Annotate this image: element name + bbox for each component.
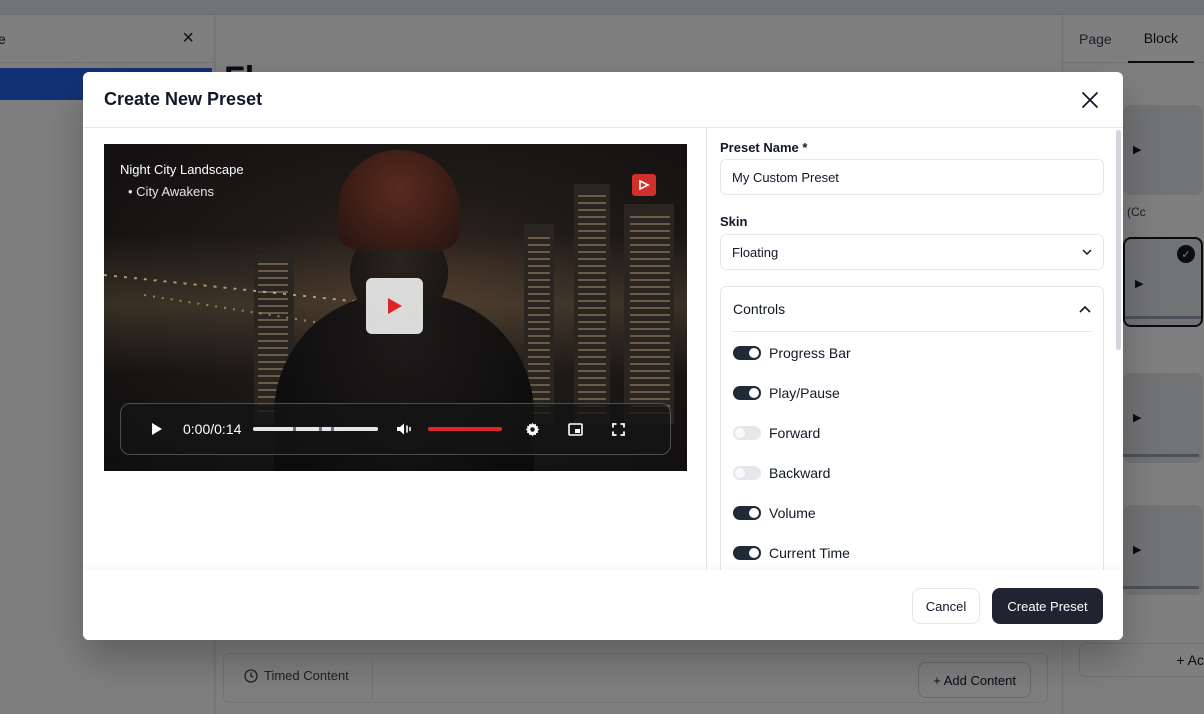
cancel-button[interactable]: Cancel	[912, 588, 980, 624]
toggle-switch[interactable]	[733, 466, 761, 480]
toggle-play-pause[interactable]: Play/Pause	[733, 385, 840, 401]
progress-buffered	[253, 427, 379, 431]
video-title: Night City Landscape	[120, 162, 244, 177]
volume-icon	[397, 423, 412, 435]
preset-name-label: Preset Name *	[720, 140, 808, 155]
toggle-backward[interactable]: Backward	[733, 465, 830, 481]
play-button[interactable]	[151, 421, 165, 437]
toggle-current-time[interactable]: Current Time	[733, 545, 850, 561]
video-subtitle: • City Awakens	[128, 184, 214, 199]
dialog-body: Night City Landscape • City Awakens 0:00…	[83, 128, 1123, 570]
toggle-label: Current Time	[769, 545, 850, 561]
play-icon	[152, 423, 162, 435]
form-scrollbar[interactable]	[1116, 130, 1121, 350]
picture-in-picture-icon	[568, 422, 583, 436]
gear-icon	[525, 422, 540, 436]
current-time: 0:00/0:14	[183, 421, 242, 437]
chevron-down-icon	[1082, 249, 1092, 255]
fullscreen-icon	[611, 422, 625, 436]
skin-select[interactable]: Floating	[720, 234, 1104, 270]
toggle-switch[interactable]	[733, 506, 761, 520]
toggle-label: Play/Pause	[769, 385, 840, 401]
big-play-button[interactable]	[366, 278, 423, 334]
create-preset-button[interactable]: Create Preset	[992, 588, 1103, 624]
toggle-label: Progress Bar	[769, 345, 851, 361]
fullscreen-button[interactable]	[610, 421, 626, 437]
pip-button[interactable]	[567, 421, 583, 437]
toggle-switch[interactable]	[733, 546, 761, 560]
preset-name-input[interactable]	[720, 159, 1104, 195]
create-preset-dialog: Create New Preset Night City Landscape •…	[83, 72, 1123, 640]
toggle-label: Volume	[769, 505, 816, 521]
form-column: Preset Name * Skin Floating Controls Pro…	[708, 128, 1123, 570]
brand-logo-icon	[632, 174, 656, 196]
close-icon	[1082, 91, 1098, 108]
volume-slider[interactable]	[428, 427, 503, 431]
settings-button[interactable]	[524, 421, 540, 437]
play-icon	[387, 298, 402, 314]
toggle-volume[interactable]: Volume	[733, 505, 816, 521]
dialog-title: Create New Preset	[104, 89, 263, 109]
toggle-switch[interactable]	[733, 346, 761, 360]
volume-button[interactable]	[396, 421, 414, 437]
skin-select-value: Floating	[732, 244, 779, 260]
volume-level	[428, 427, 503, 431]
controls-title: Controls	[733, 301, 786, 317]
chevron-up-icon	[1079, 305, 1091, 313]
toggle-progress-bar[interactable]: Progress Bar	[733, 345, 851, 361]
dialog-header: Create New Preset	[83, 72, 1123, 128]
controls-section: Controls Progress Bar Play/Pause Forward Ba…	[720, 286, 1104, 570]
controls-section-header[interactable]: Controls	[721, 287, 1103, 331]
preview-column: Night City Landscape • City Awakens 0:00…	[83, 128, 707, 570]
progress-bar[interactable]	[253, 427, 379, 431]
skin-label: Skin	[720, 214, 748, 229]
toggle-switch[interactable]	[733, 426, 761, 440]
toggle-label: Backward	[769, 465, 831, 481]
toggle-label: Forward	[769, 425, 821, 441]
video-preview[interactable]: Night City Landscape • City Awakens 0:00…	[104, 144, 687, 471]
close-button[interactable]	[1077, 87, 1103, 113]
player-control-bar: 0:00/0:14	[120, 403, 671, 455]
toggle-forward[interactable]: Forward	[733, 425, 820, 441]
dialog-footer: Cancel Create Preset	[83, 570, 1123, 640]
toggle-switch[interactable]	[733, 386, 761, 400]
